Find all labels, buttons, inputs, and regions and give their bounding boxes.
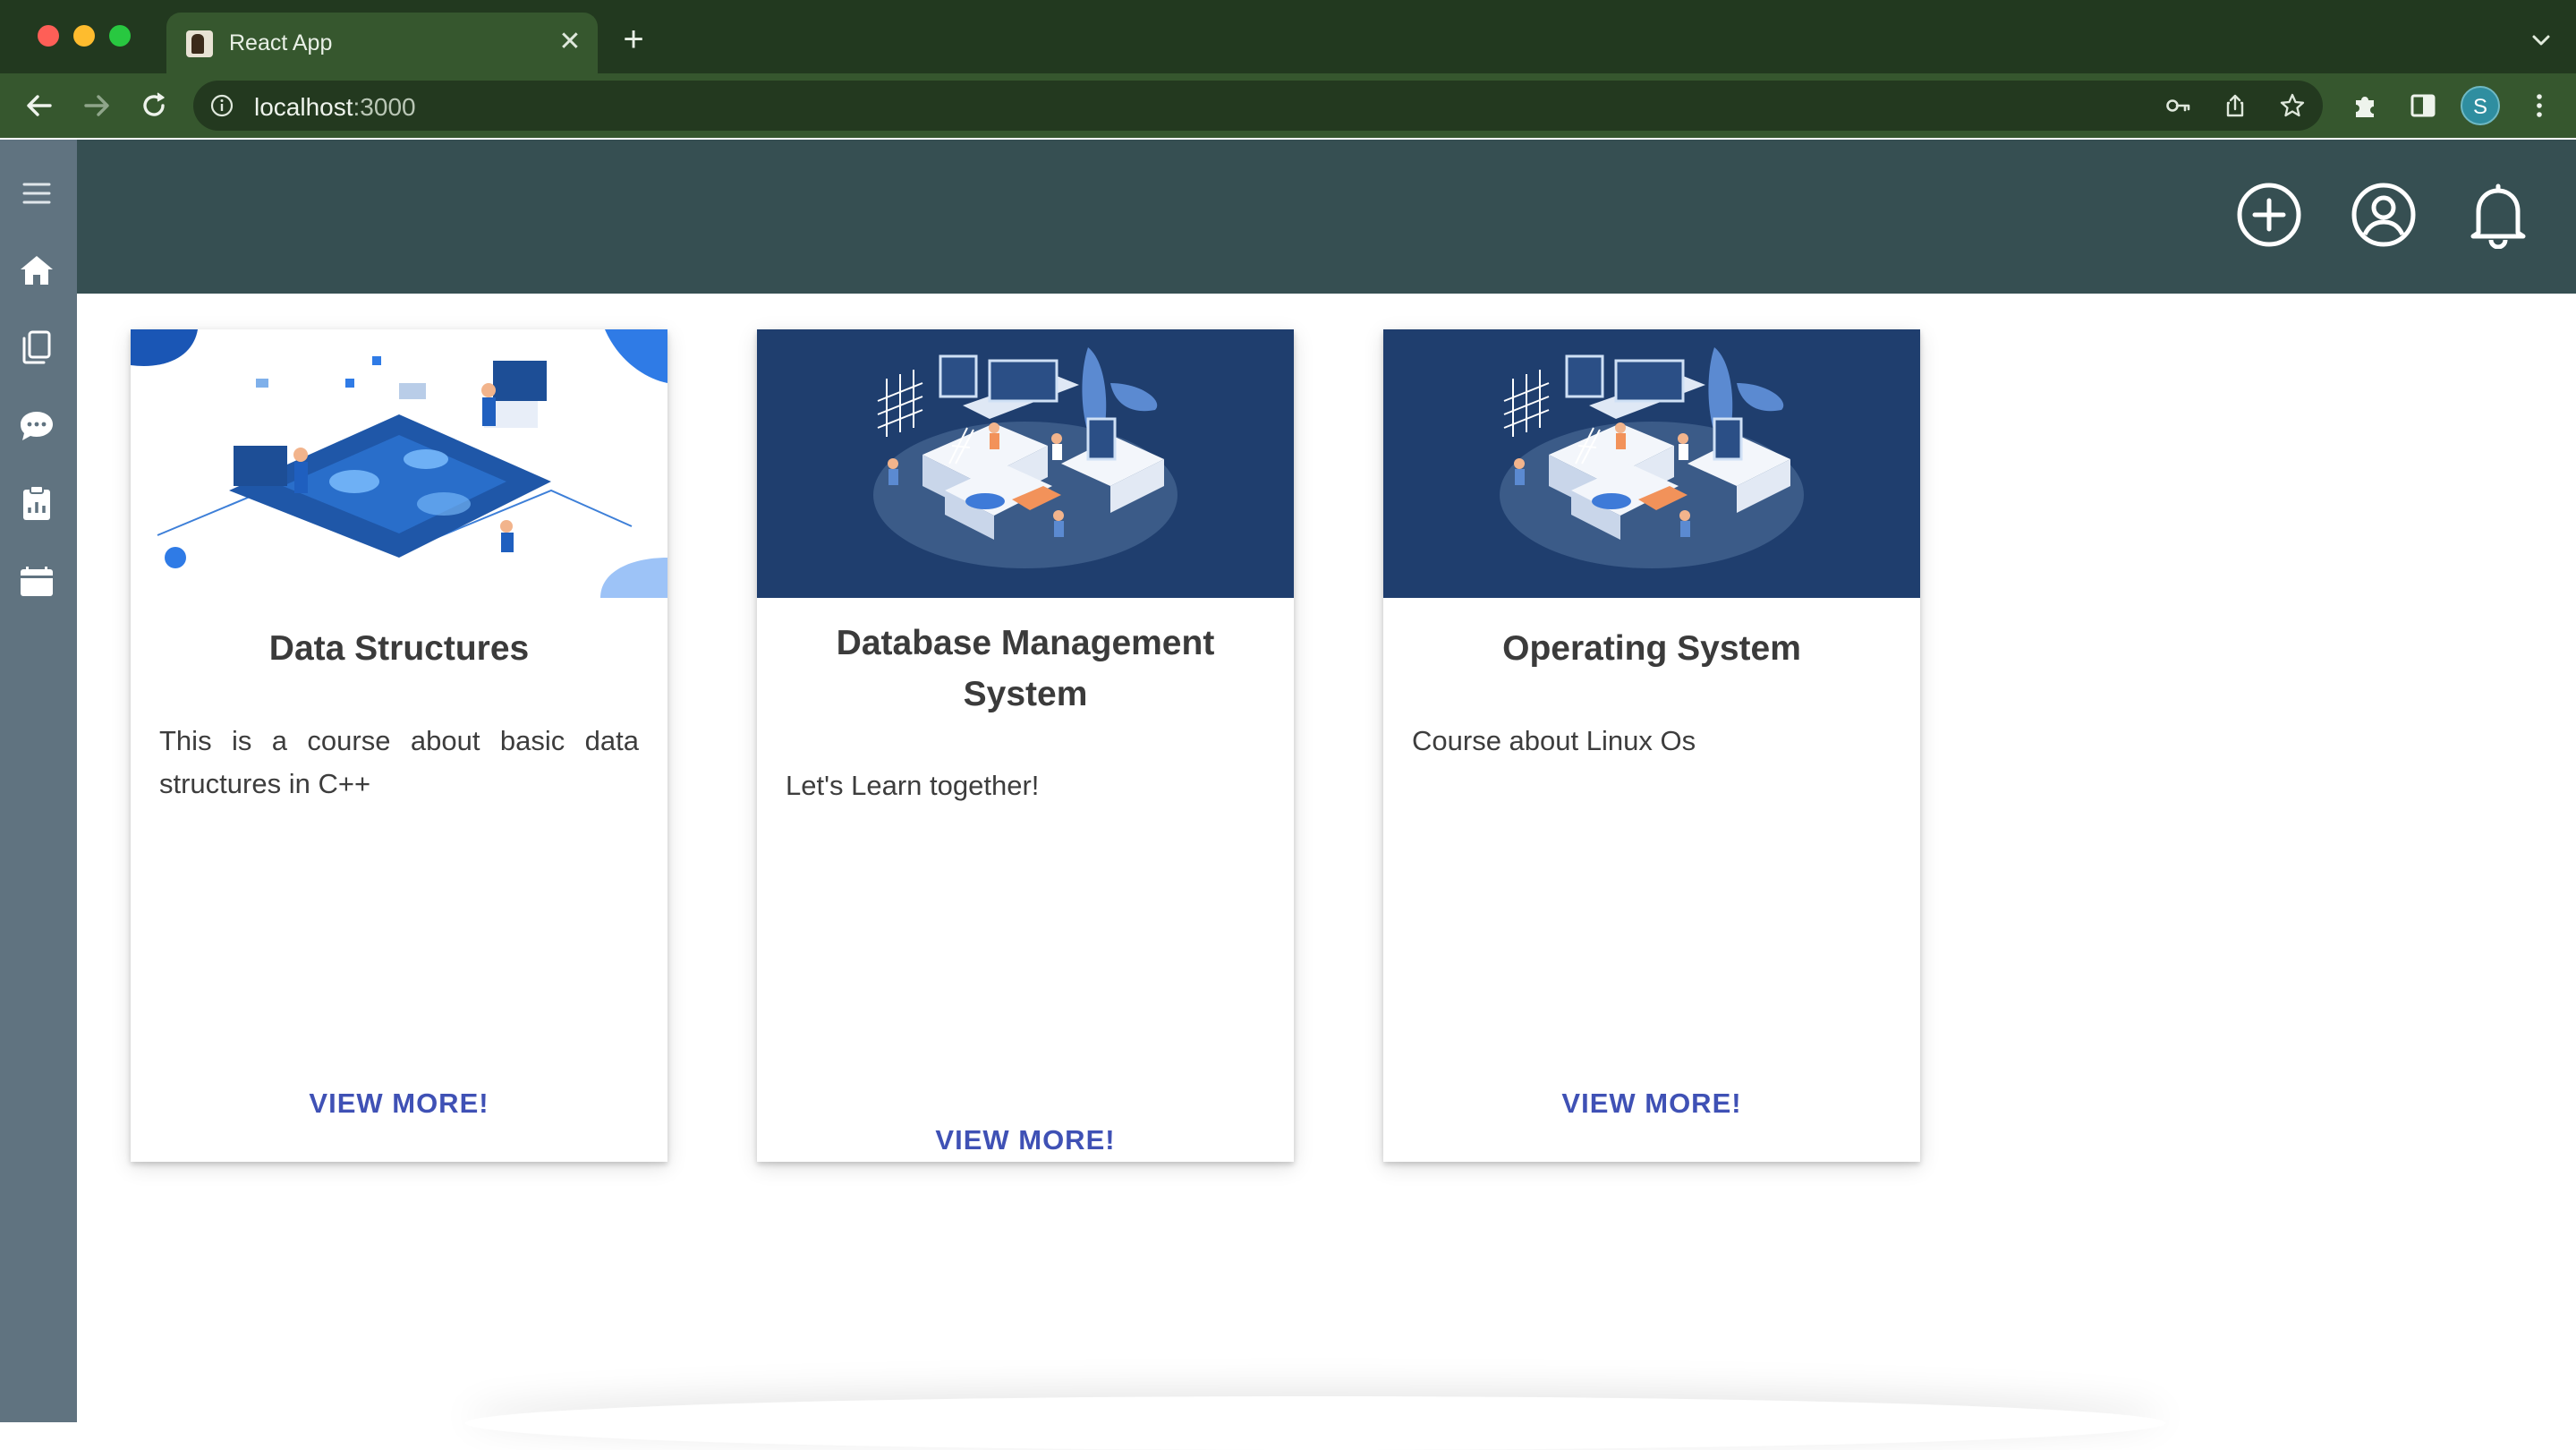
clipboard-icon[interactable] xyxy=(17,483,56,523)
tab-search-chevron-icon[interactable] xyxy=(2528,27,2555,54)
course-image-operating-system xyxy=(1383,329,1920,598)
course-card: Database Management System Let's Learn t… xyxy=(757,329,1294,1162)
chat-icon[interactable] xyxy=(17,406,56,446)
browser-menu-icon[interactable] xyxy=(2521,88,2557,124)
maximize-window-button[interactable] xyxy=(109,25,131,47)
address-port: :3000 xyxy=(353,93,416,121)
calendar-icon[interactable] xyxy=(17,562,56,601)
browser-toolbar: localhost:3000 S xyxy=(0,73,2576,138)
course-description: Let's Learn together! xyxy=(786,770,1040,801)
tab-close-icon[interactable]: ✕ xyxy=(555,27,585,57)
view-more-button[interactable]: VIEW MORE! xyxy=(1383,1088,1920,1120)
course-description: Course about Linux Os xyxy=(1412,725,1696,756)
tab-title: React App xyxy=(229,30,333,55)
course-card: Operating System Course about Linux Os V… xyxy=(1383,329,1920,1162)
home-icon[interactable] xyxy=(17,251,56,290)
course-title: Data Structures xyxy=(268,629,530,668)
account-icon[interactable] xyxy=(2350,181,2418,249)
course-title: Operating System xyxy=(1502,629,1801,668)
side-panel-icon[interactable] xyxy=(2405,88,2441,124)
course-card: Data Structures This is a course about b… xyxy=(131,329,667,1162)
reload-icon[interactable] xyxy=(136,88,172,124)
bottom-shadow xyxy=(465,1396,2165,1450)
course-image-data-structures xyxy=(131,329,667,598)
share-icon[interactable] xyxy=(2221,91,2249,120)
profile-avatar[interactable]: S xyxy=(2461,86,2500,125)
address-bar[interactable]: localhost:3000 xyxy=(193,81,2323,131)
view-more-button[interactable]: VIEW MORE! xyxy=(757,1124,1294,1156)
bookmark-star-icon[interactable] xyxy=(2278,91,2307,120)
forward-icon[interactable] xyxy=(79,88,115,124)
view-more-button[interactable]: VIEW MORE! xyxy=(131,1088,667,1120)
menu-icon[interactable] xyxy=(17,174,56,213)
bell-icon[interactable] xyxy=(2464,181,2532,249)
favicon-icon xyxy=(186,30,213,57)
minimize-window-button[interactable] xyxy=(73,25,95,47)
courses-icon[interactable] xyxy=(17,328,56,367)
course-image-database-management-system xyxy=(757,329,1294,598)
course-title: Database Management System xyxy=(836,624,1215,713)
course-description: This is a course about basic data struct… xyxy=(159,725,639,799)
address-url[interactable]: localhost:3000 xyxy=(254,93,416,122)
app-header xyxy=(77,140,2576,294)
add-circle-icon[interactable] xyxy=(2235,181,2303,249)
back-icon[interactable] xyxy=(21,88,57,124)
extensions-icon[interactable] xyxy=(2348,88,2384,124)
key-icon[interactable] xyxy=(2164,91,2192,120)
address-host: localhost xyxy=(254,93,353,121)
browser-tab[interactable]: React App ✕ xyxy=(166,13,598,73)
close-window-button[interactable] xyxy=(38,25,59,47)
app-sidebar xyxy=(0,140,77,1422)
new-tab-button[interactable]: + xyxy=(616,21,651,57)
site-info-icon[interactable] xyxy=(209,93,234,118)
browser-tab-strip: React App ✕ + xyxy=(0,0,2576,73)
